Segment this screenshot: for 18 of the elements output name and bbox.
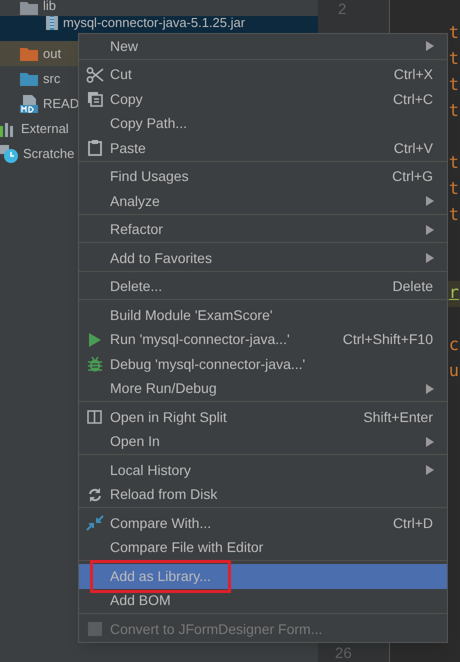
code-text: t [448, 100, 459, 123]
shortcut-text: Ctrl+C [392, 90, 433, 109]
code-text: t [448, 204, 459, 227]
shortcut-text: Shift+Enter [363, 408, 433, 427]
code-text: t [448, 74, 459, 97]
shortcut-text: Ctrl+V [394, 138, 433, 158]
shortcut-text: Ctrl+G [392, 167, 433, 186]
code-text: t [448, 22, 459, 45]
shortcut-text: Delete [392, 277, 433, 296]
shortcut-text: Ctrl+X [394, 65, 433, 84]
code-text: c [448, 334, 459, 357]
code-text: u [448, 360, 459, 383]
code-text: t [448, 178, 459, 201]
shortcut-text: Ctrl+Shift+F10 [342, 330, 433, 350]
code-text: r [448, 282, 459, 306]
code-text: t [448, 48, 459, 71]
code-text: t [448, 152, 459, 175]
shortcut-text: Ctrl+D [392, 514, 433, 533]
